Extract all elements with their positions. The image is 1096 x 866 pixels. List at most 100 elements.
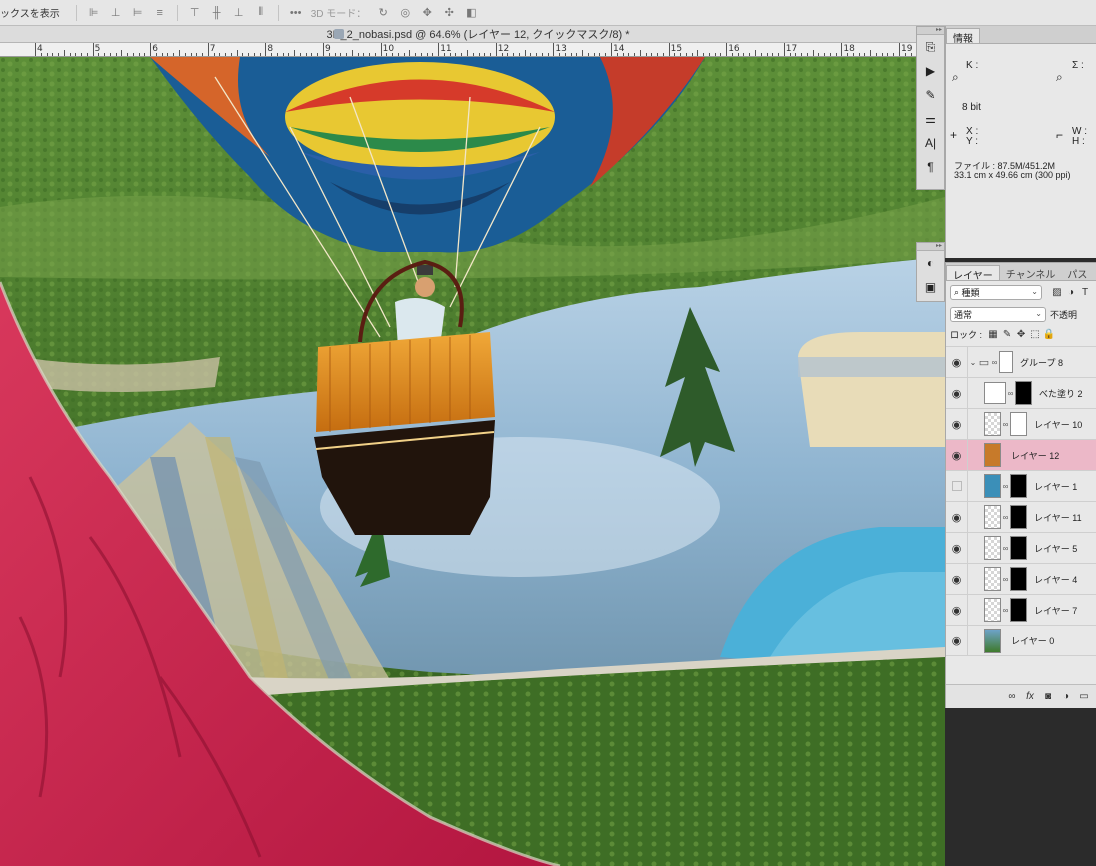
3d-slide-icon[interactable]: ✣ (440, 4, 458, 22)
lock-row: ロック : ▦ ✎ ✥ ⬚ 🔒 (946, 326, 1096, 342)
visibility-eye-icon[interactable]: ◉ (946, 532, 968, 564)
visibility-eye-icon[interactable]: ◉ (946, 439, 968, 471)
layer-row[interactable]: ◉ ∞ レイヤー 4 (946, 563, 1096, 595)
tab-channels[interactable]: チャンネル (1000, 265, 1062, 281)
ruler-tick (294, 50, 296, 56)
align-left-icon[interactable]: ⊫ (85, 4, 103, 22)
layer-row-selected[interactable]: ◉ レイヤー 12 (946, 439, 1096, 471)
layer-row[interactable]: ◉ レイヤー 0 (946, 625, 1096, 656)
link-icon: ∞ (1002, 481, 1009, 491)
visibility-eye-icon[interactable]: ◉ (946, 625, 968, 656)
3d-drag-icon[interactable]: ✥ (418, 4, 436, 22)
ruler-tick (685, 53, 687, 56)
layer-row[interactable]: ◉ ∞ レイヤー 7 (946, 594, 1096, 626)
3d-orbit-icon[interactable]: ↻ (374, 4, 392, 22)
align-right-icon[interactable]: ⊨ (129, 4, 147, 22)
ruler-tick (628, 53, 630, 56)
layer-row[interactable]: ◉ ⌄ ▭ ∞ グループ 8 (946, 346, 1096, 378)
ruler-tick (392, 53, 394, 56)
blend-mode-select[interactable]: 通常 ⌄ (950, 306, 1046, 322)
new-group-icon[interactable]: ▭ (1075, 691, 1093, 702)
lock-artboard-icon[interactable]: ⬚ (1028, 327, 1042, 341)
horizontal-ruler[interactable]: 4 5 6 7 8 9 10 11 12 13 14 15 16 17 18 19 (0, 43, 916, 57)
layer-row[interactable]: ◉ ∞ べた塗り 2 (946, 377, 1096, 409)
3d-video-icon[interactable]: ◧ (462, 4, 480, 22)
strip-collapse-icon[interactable]: ▸▸ (917, 27, 944, 35)
ruler-tick (271, 53, 273, 56)
ruler-tick (518, 53, 520, 56)
link-icon: ∞ (991, 357, 998, 367)
history-icon[interactable]: ⎘ (921, 37, 941, 57)
ruler-tick (288, 53, 290, 56)
layer-style-icon[interactable]: fx (1021, 691, 1039, 702)
ruler-tick (616, 53, 618, 56)
filter-pixel-icon[interactable]: ▨ (1050, 285, 1064, 299)
color-icon[interactable]: ◐ (921, 253, 941, 273)
more-options-icon[interactable]: ••• (287, 4, 305, 22)
crosshair-icon: + (950, 128, 958, 142)
align-center-icon[interactable]: ⊥ (107, 4, 125, 22)
brush-icon[interactable]: ✎ (921, 85, 941, 105)
link-icon: ∞ (1002, 574, 1009, 584)
distribute-vertical-icon[interactable]: ⫴ (252, 4, 270, 22)
visibility-eye-icon[interactable]: ◉ (946, 563, 968, 595)
filter-type-icon[interactable]: T (1078, 285, 1092, 299)
ruler-tick (899, 43, 900, 56)
distribute-icon[interactable]: ≡ (151, 4, 169, 22)
properties-icon[interactable]: ▣ (921, 277, 941, 297)
3d-roll-icon[interactable]: ◎ (396, 4, 414, 22)
layer-row[interactable]: ◉ ∞ レイヤー 5 (946, 532, 1096, 564)
ruler-tick (328, 53, 330, 56)
sigma-label: Σ : (1072, 60, 1084, 71)
adjustments-icon[interactable]: ⚌ (921, 109, 941, 129)
ruler-tick (720, 53, 722, 56)
lock-position-icon[interactable]: ✥ (1014, 327, 1028, 341)
document-icon (334, 29, 344, 39)
ruler-tick (910, 53, 912, 56)
ruler-tick (449, 53, 451, 56)
adjustment-layer-icon[interactable]: ◑ (1057, 691, 1075, 702)
chevron-down-icon[interactable]: ⌄ (968, 358, 978, 367)
tab-info[interactable]: 情報 (946, 28, 980, 45)
visibility-eye-icon[interactable]: ◉ (946, 501, 968, 533)
align-top-icon[interactable]: ⊤ (186, 4, 204, 22)
ruler-tick (299, 53, 301, 56)
lock-all-icon[interactable]: 🔒 (1042, 327, 1056, 341)
link-layers-icon[interactable]: ∞ (1003, 691, 1021, 702)
layer-mask-thumbnail (1010, 474, 1027, 498)
strip-collapse-icon[interactable]: ▸▸ (917, 243, 944, 251)
ruler-tick (35, 43, 36, 56)
layer-filter-select[interactable]: ⌕ 種類 ⌄ (950, 284, 1042, 300)
tab-layers[interactable]: レイヤー (946, 265, 1000, 282)
folder-icon: ▭ (978, 356, 990, 369)
tab-paths[interactable]: パス (1061, 265, 1093, 281)
align-middle-icon[interactable]: ╫ (208, 4, 226, 22)
layer-row[interactable]: ◉ ∞ レイヤー 11 (946, 501, 1096, 533)
visibility-eye-icon[interactable]: ◉ (946, 377, 968, 409)
visibility-eye-icon[interactable]: ◉ (946, 408, 968, 440)
filter-adjustment-icon[interactable]: ◑ (1064, 285, 1078, 299)
opacity-label: 不透明 (1050, 309, 1078, 320)
layer-mask-thumbnail (1010, 505, 1027, 529)
layer-row[interactable]: ∞ レイヤー 1 (946, 470, 1096, 502)
visibility-eye-icon[interactable]: ◉ (946, 594, 968, 626)
ruler-tick (887, 53, 889, 56)
character-icon[interactable]: A| (921, 133, 941, 153)
canvas[interactable] (0, 57, 945, 866)
paragraph-icon[interactable]: ¶ (921, 157, 941, 177)
ruler-tick (582, 50, 584, 56)
lock-transparent-icon[interactable]: ▦ (986, 327, 1000, 341)
ruler-tick (824, 53, 826, 56)
align-bottom-icon[interactable]: ⊥ (230, 4, 248, 22)
layer-row[interactable]: ◉ ∞ レイヤー 10 (946, 408, 1096, 440)
play-action-icon[interactable]: ▶ (921, 61, 941, 81)
divider (176, 4, 178, 21)
visibility-toggle[interactable] (946, 470, 968, 502)
visibility-eye-icon[interactable]: ◉ (946, 346, 968, 378)
info-panel: 情報 ⌕ K : ⌕ Σ : 8 bit + X : Y : ⌐ W : H :… (945, 26, 1096, 258)
ruler-tick (248, 53, 250, 56)
document-tab[interactable]: 3D_2_nobasi.psd @ 64.6% (レイヤー 12, クイックマス… (0, 26, 916, 43)
show-transform-controls-label[interactable]: ックスを表示 (0, 5, 60, 20)
lock-image-icon[interactable]: ✎ (1000, 327, 1014, 341)
add-mask-icon[interactable]: ◙ (1039, 691, 1057, 702)
